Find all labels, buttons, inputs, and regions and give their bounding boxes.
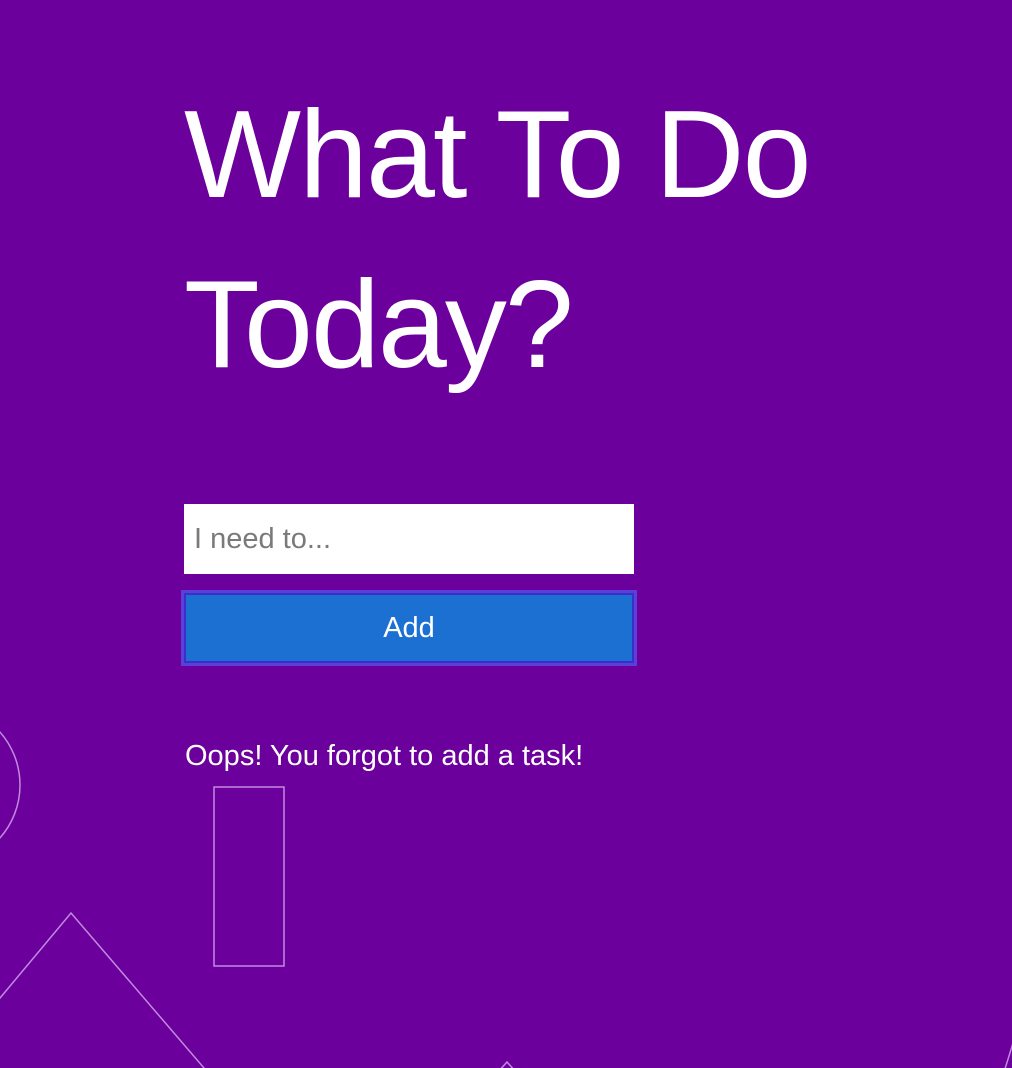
decorative-rectangle [213,786,285,967]
add-button[interactable]: Add [181,590,637,666]
page-title: What To Do Today? [184,70,944,410]
decorative-triangle [0,911,205,1068]
title-line-1: What To Do [184,86,812,224]
decorative-small-triangle [500,1060,514,1068]
decorative-line [1004,1043,1012,1068]
todo-app: What To Do Today? Add Oops! You forgot t… [181,70,944,772]
task-input[interactable] [184,504,634,574]
task-form: Add [181,504,637,666]
decorative-circle [0,730,21,840]
error-message: Oops! You forgot to add a task! [185,740,584,772]
title-line-2: Today? [184,256,574,394]
